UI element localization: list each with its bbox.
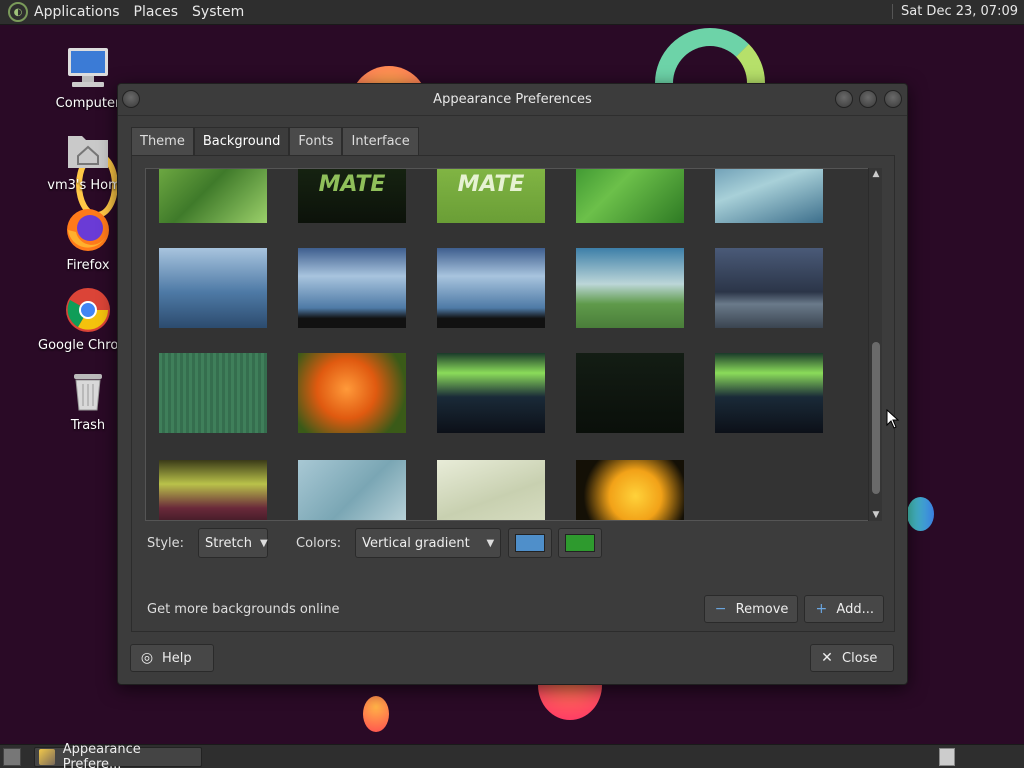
help-label: Help xyxy=(162,650,192,666)
wallpaper-thumb[interactable] xyxy=(576,353,684,433)
trash-icon xyxy=(64,366,112,414)
wallpaper-grid[interactable]: MATE MATE xyxy=(145,168,872,521)
mouse-pointer-icon xyxy=(886,409,900,429)
wallpaper-thumb[interactable] xyxy=(298,248,406,328)
chrome-icon xyxy=(64,286,112,334)
mate-logo-icon[interactable]: ◐ xyxy=(8,2,28,22)
wallpaper-mate-text: MATE xyxy=(318,172,386,197)
style-label: Style: xyxy=(147,535,185,551)
appearance-app-icon xyxy=(39,749,55,765)
dialog-title: Appearance Preferences xyxy=(433,92,592,107)
get-more-backgrounds-link[interactable]: Get more backgrounds online xyxy=(147,602,340,617)
wallpaper-teal-shape xyxy=(907,497,934,531)
wallpaper-thumb[interactable] xyxy=(437,248,545,328)
wallpaper-thumb[interactable] xyxy=(715,248,823,328)
secondary-color-button[interactable] xyxy=(558,528,603,558)
menu-places[interactable]: Places xyxy=(134,4,179,20)
plus-icon: + xyxy=(815,601,828,617)
tab-background[interactable]: Background xyxy=(193,127,290,155)
top-panel: ◐ Applications Places System Sat Dec 23,… xyxy=(0,0,1024,25)
dropdown-arrow-icon: ▼ xyxy=(486,537,495,549)
titlebar[interactable]: Appearance Preferences xyxy=(118,84,907,116)
computer-icon xyxy=(64,44,112,92)
show-desktop-icon[interactable] xyxy=(3,748,21,766)
scroll-down-arrow-icon[interactable]: ▼ xyxy=(869,509,883,521)
taskbar-label: Appearance Prefere... xyxy=(62,742,141,768)
wallpaper-thumb[interactable] xyxy=(298,460,406,520)
wallpaper-thumb[interactable] xyxy=(159,248,267,328)
add-label: Add... xyxy=(836,601,874,617)
help-lifebuoy-icon: ◎ xyxy=(140,650,154,666)
wallpaper-thumb[interactable] xyxy=(298,353,406,433)
home-folder-icon xyxy=(64,126,112,174)
wallpaper-thumb[interactable]: MATE xyxy=(437,169,545,223)
wallpaper-thumb[interactable] xyxy=(437,460,545,520)
scrollbar-thumb[interactable] xyxy=(872,342,880,494)
secondary-color-swatch xyxy=(565,534,596,552)
wallpaper-thumb[interactable] xyxy=(576,169,684,223)
minimize-button[interactable] xyxy=(835,90,853,108)
menu-system[interactable]: System xyxy=(192,4,244,20)
wallpaper-thumb[interactable]: MATE xyxy=(298,169,406,223)
colors-combo[interactable]: Vertical gradient ▼ xyxy=(355,528,502,558)
appearance-preferences-dialog: Appearance Preferences Theme Background … xyxy=(117,83,908,685)
colors-label: Colors: xyxy=(296,535,342,551)
menu-applications[interactable]: Applications xyxy=(34,4,120,20)
scroll-up-arrow-icon[interactable]: ▲ xyxy=(869,168,883,180)
help-button[interactable]: ◎ Help xyxy=(130,644,214,672)
clock[interactable]: Sat Dec 23, 07:09 xyxy=(891,4,1018,19)
wallpaper-small-shape xyxy=(363,696,389,732)
style-combo[interactable]: Stretch ▼ xyxy=(198,528,269,558)
close-button[interactable]: ✕ Close xyxy=(810,644,894,672)
close-label: Close xyxy=(842,650,878,666)
wallpaper-thumb[interactable] xyxy=(159,460,267,520)
style-colors-row: Style: Stretch ▼ Colors: Vertical gradie… xyxy=(147,528,603,558)
wallpaper-thumb[interactable] xyxy=(159,353,267,433)
dropdown-arrow-icon: ▼ xyxy=(259,537,268,549)
online-row: Get more backgrounds online − Remove + A… xyxy=(147,594,884,624)
background-page: MATE MATE ▲ ▼ Style: Stretch ▼ Colors: V… xyxy=(131,155,895,632)
remove-button[interactable]: − Remove xyxy=(703,595,799,623)
add-button[interactable]: + Add... xyxy=(804,595,884,623)
close-window-button[interactable] xyxy=(884,90,902,108)
wallpaper-thumb[interactable] xyxy=(576,248,684,328)
colors-value: Vertical gradient xyxy=(362,535,470,551)
wallpaper-scrollbar[interactable]: ▲ ▼ xyxy=(868,168,882,521)
wallpaper-mate-text: MATE xyxy=(457,172,525,197)
window-menu-button[interactable] xyxy=(122,90,140,108)
maximize-button[interactable] xyxy=(859,90,877,108)
close-icon: ✕ xyxy=(821,650,833,666)
tab-bar: Theme Background Fonts Interface xyxy=(131,127,419,155)
bottom-panel: Appearance Prefere... xyxy=(0,742,1024,768)
taskbar-appearance-button[interactable]: Appearance Prefere... xyxy=(34,742,202,768)
wallpaper-thumb[interactable] xyxy=(437,353,545,433)
minus-icon: − xyxy=(714,601,727,617)
tab-fonts[interactable]: Fonts xyxy=(289,127,343,155)
style-value: Stretch xyxy=(205,535,252,551)
wallpaper-thumb[interactable] xyxy=(715,353,823,433)
primary-color-swatch xyxy=(515,534,546,552)
workspace-switcher[interactable] xyxy=(939,748,955,766)
firefox-icon xyxy=(64,206,112,254)
wallpaper-thumb[interactable] xyxy=(715,169,823,223)
remove-label: Remove xyxy=(735,601,789,617)
wallpaper-thumb[interactable] xyxy=(576,460,684,520)
wallpaper-thumb[interactable] xyxy=(159,169,267,223)
tab-theme[interactable]: Theme xyxy=(131,127,194,155)
tab-interface[interactable]: Interface xyxy=(342,127,419,155)
primary-color-button[interactable] xyxy=(508,528,553,558)
